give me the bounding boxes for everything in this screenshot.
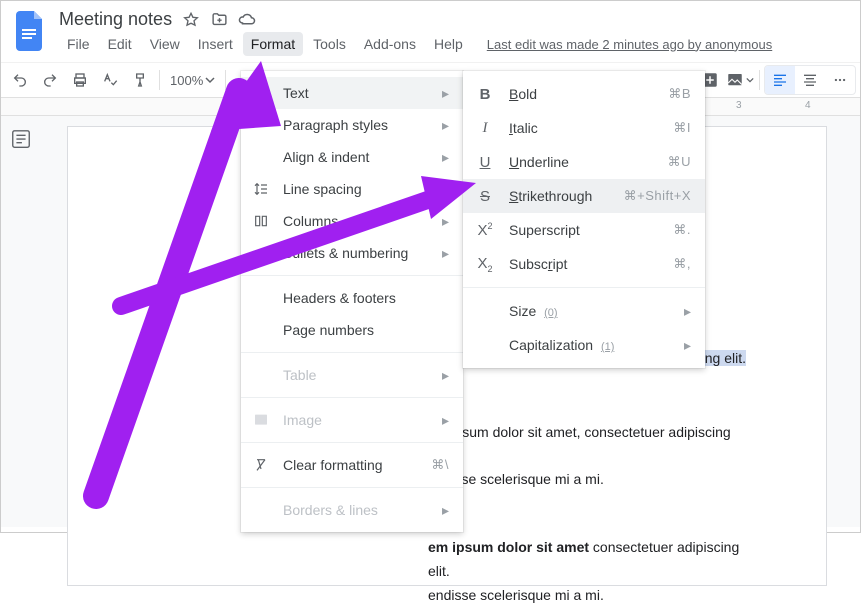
menu-bar: File Edit View Insert Format Tools Add-o… — [59, 32, 848, 56]
body-text: endisse scelerisque mi a mi. — [148, 584, 746, 608]
text-submenu: BBold⌘BIItalic⌘IUUnderline⌘USStrikethrou… — [463, 71, 705, 368]
redo-button[interactable] — [36, 66, 64, 94]
format-item-headers-footers[interactable]: Headers & footers — [241, 282, 463, 314]
print-button[interactable] — [66, 66, 94, 94]
move-icon[interactable] — [210, 11, 228, 29]
align-center-button[interactable] — [795, 66, 825, 94]
format-item-text[interactable]: Text▸ — [241, 77, 463, 109]
menu-view[interactable]: View — [142, 32, 188, 56]
paint-format-button[interactable] — [126, 66, 154, 94]
text-item-superscript[interactable]: X2Superscript⌘. — [463, 213, 705, 247]
align-group — [764, 65, 856, 95]
menu-tools[interactable]: Tools — [305, 32, 354, 56]
text-item-capitalization[interactable]: Capitalization (1)▸ — [463, 328, 705, 362]
format-item-bullets-numbering[interactable]: Bullets & numbering▸ — [241, 237, 463, 269]
text-item-subscript[interactable]: X2Subscript⌘, — [463, 247, 705, 281]
more-button[interactable] — [825, 66, 855, 94]
format-item-columns[interactable]: Columns▸ — [241, 205, 463, 237]
ruler-tick: 3 — [736, 100, 742, 111]
zoom-value: 100% — [170, 73, 203, 88]
undo-button[interactable] — [6, 66, 34, 94]
format-item-clear-formatting[interactable]: Clear formatting⌘\ — [241, 449, 463, 481]
text-item-size[interactable]: Size (0)▸ — [463, 294, 705, 328]
format-item-table: Table▸ — [241, 359, 463, 391]
format-item-borders-lines: Borders & lines▸ — [241, 494, 463, 526]
body-text-bold: em ipsum dolor sit amet — [428, 539, 589, 555]
doc-title[interactable]: Meeting notes — [59, 9, 172, 30]
menu-format[interactable]: Format — [243, 32, 303, 56]
insert-image-button[interactable] — [726, 66, 754, 94]
star-icon[interactable] — [182, 11, 200, 29]
format-item-paragraph-styles[interactable]: Paragraph styles▸ — [241, 109, 463, 141]
outline-toggle[interactable] — [1, 116, 41, 527]
menu-file[interactable]: File — [59, 32, 98, 56]
menu-help[interactable]: Help — [426, 32, 471, 56]
spellcheck-button[interactable] — [96, 66, 124, 94]
text-item-strikethrough[interactable]: SStrikethrough⌘+Shift+X — [463, 179, 705, 213]
cloud-status-icon[interactable] — [238, 11, 256, 29]
align-left-button[interactable] — [765, 66, 795, 94]
text-item-bold[interactable]: BBold⌘B — [463, 77, 705, 111]
menu-edit[interactable]: Edit — [100, 32, 140, 56]
format-dropdown: Text▸Paragraph styles▸Align & indent▸Lin… — [241, 71, 463, 532]
menu-insert[interactable]: Insert — [190, 32, 241, 56]
format-item-page-numbers[interactable]: Page numbers — [241, 314, 463, 346]
ruler-tick: 4 — [805, 100, 811, 111]
text-item-underline[interactable]: UUnderline⌘U — [463, 145, 705, 179]
format-item-line-spacing[interactable]: Line spacing▸ — [241, 173, 463, 205]
format-item-align-indent[interactable]: Align & indent▸ — [241, 141, 463, 173]
text-item-italic[interactable]: IItalic⌘I — [463, 111, 705, 145]
zoom-select[interactable]: 100% — [164, 73, 221, 88]
format-item-image: Image▸ — [241, 404, 463, 436]
docs-logo[interactable] — [13, 9, 49, 53]
menu-addons[interactable]: Add-ons — [356, 32, 424, 56]
last-edit-link[interactable]: Last edit was made 2 minutes ago by anon… — [487, 37, 772, 52]
